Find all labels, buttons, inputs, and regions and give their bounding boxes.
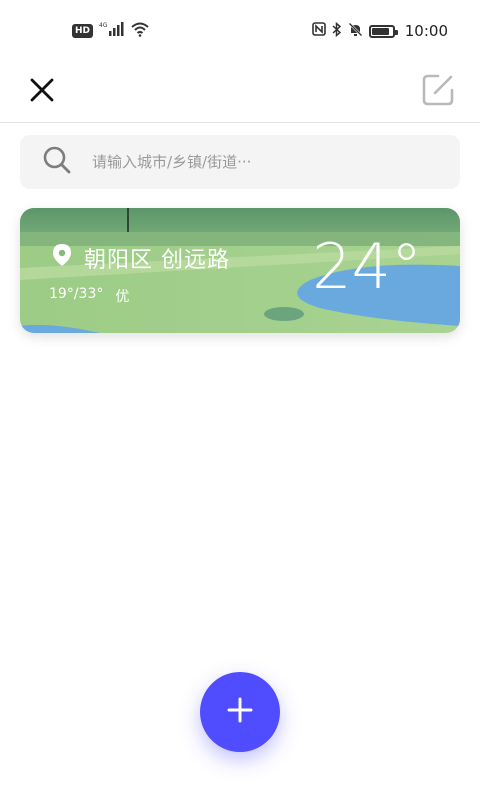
nfc-icon <box>311 22 326 40</box>
status-bar: HD 4G 10:00 <box>0 0 480 62</box>
search-icon <box>42 145 72 179</box>
battery-icon <box>368 24 398 38</box>
wifi-icon <box>131 22 149 41</box>
plus-icon <box>227 697 253 727</box>
close-icon <box>29 77 55 107</box>
search-bar[interactable] <box>20 135 460 189</box>
status-left: HD 4G <box>72 21 149 41</box>
status-right: 10:00 <box>311 21 448 41</box>
mute-bell-icon <box>348 22 363 41</box>
card-content: 朝阳区 创远路 19°/33° 优 24° <box>20 208 460 333</box>
add-city-button[interactable] <box>200 672 280 752</box>
edit-button[interactable] <box>420 74 456 110</box>
top-app-bar <box>0 62 480 123</box>
edit-icon <box>421 73 455 111</box>
close-button[interactable] <box>24 74 60 110</box>
current-temperature: 24° <box>312 230 422 303</box>
hd-icon: HD <box>72 24 94 38</box>
location-name: 朝阳区 创远路 <box>84 248 230 273</box>
location-row: 朝阳区 创远路 <box>52 242 230 274</box>
status-time: 10:00 <box>404 22 448 40</box>
temp-range: 19°/33° <box>49 286 104 302</box>
air-quality: 优 <box>115 289 130 305</box>
location-pin-icon <box>52 243 72 273</box>
city-weather-card[interactable]: 朝阳区 创远路 19°/33° 优 24° <box>20 208 460 333</box>
signal-icon: 4G <box>99 21 125 41</box>
search-input[interactable] <box>92 153 412 171</box>
screen: HD 4G 10:00 请输入城市/乡镇/街道··· 朝阳区 创远路 19°/3… <box>0 0 480 800</box>
svg-text:4G: 4G <box>99 22 108 29</box>
bluetooth-icon <box>332 21 342 41</box>
temp-range-row: 19°/33° 优 <box>49 286 129 306</box>
